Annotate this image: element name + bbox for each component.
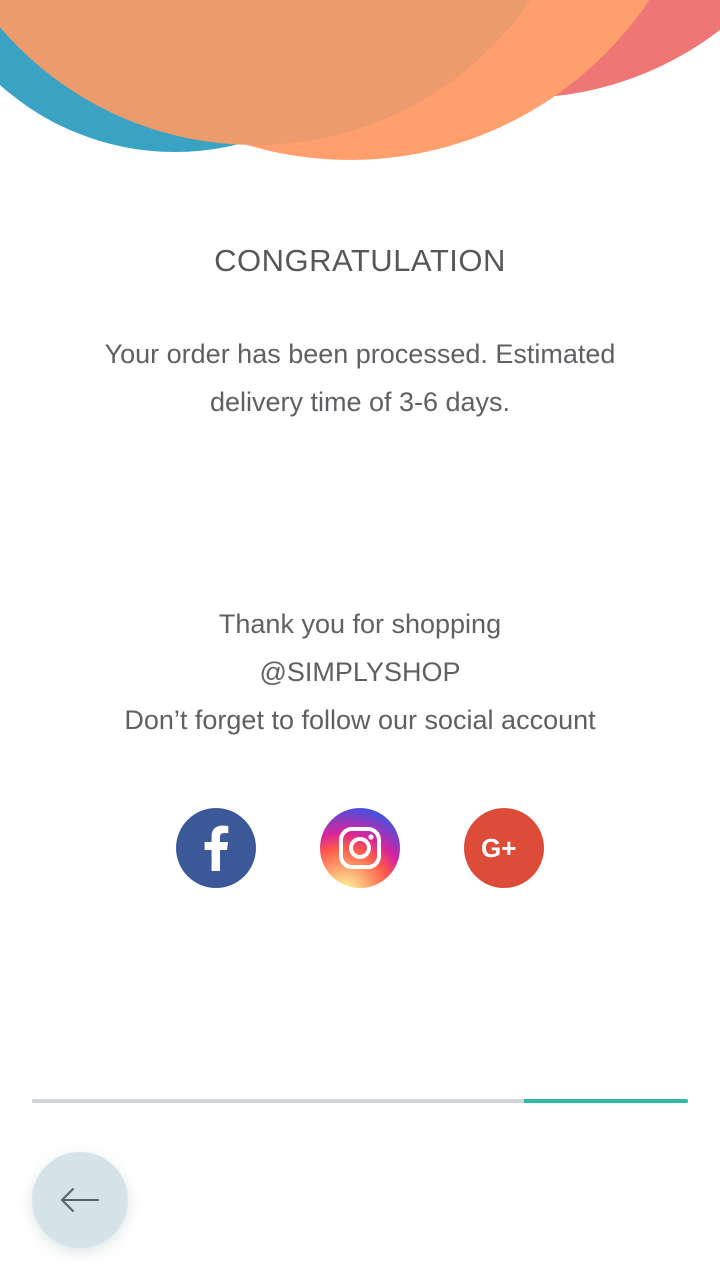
- shop-handle: @SIMPLYSHOP: [259, 657, 461, 687]
- google-plus-text: G+: [481, 833, 516, 863]
- arrow-left-icon: [61, 1188, 99, 1212]
- google-plus-button[interactable]: G+: [464, 808, 544, 888]
- order-confirmation-screen: CONGRATULATION Your order has been proce…: [0, 0, 720, 1280]
- thanks-line-1: Thank you for shopping: [218, 609, 502, 639]
- header-decoration: [0, 0, 720, 160]
- instagram-button[interactable]: [320, 808, 400, 888]
- page-title: CONGRATULATION: [214, 243, 506, 278]
- social-buttons: G+: [176, 808, 544, 888]
- instagram-icon: [339, 827, 381, 869]
- progress-bar: [32, 1099, 688, 1103]
- progress-bar-fill: [524, 1099, 688, 1103]
- follow-social-text: Don’t forget to follow our social accoun…: [124, 705, 596, 735]
- order-status-message: Your order has been processed. Estimated…: [104, 339, 616, 417]
- google-plus-icon: G+: [481, 833, 516, 863]
- back-button[interactable]: [32, 1152, 128, 1248]
- thanks-message: Thank you for shopping @SIMPLYSHOP Don’t…: [40, 600, 680, 744]
- facebook-button[interactable]: [176, 808, 256, 888]
- facebook-icon: [204, 825, 229, 871]
